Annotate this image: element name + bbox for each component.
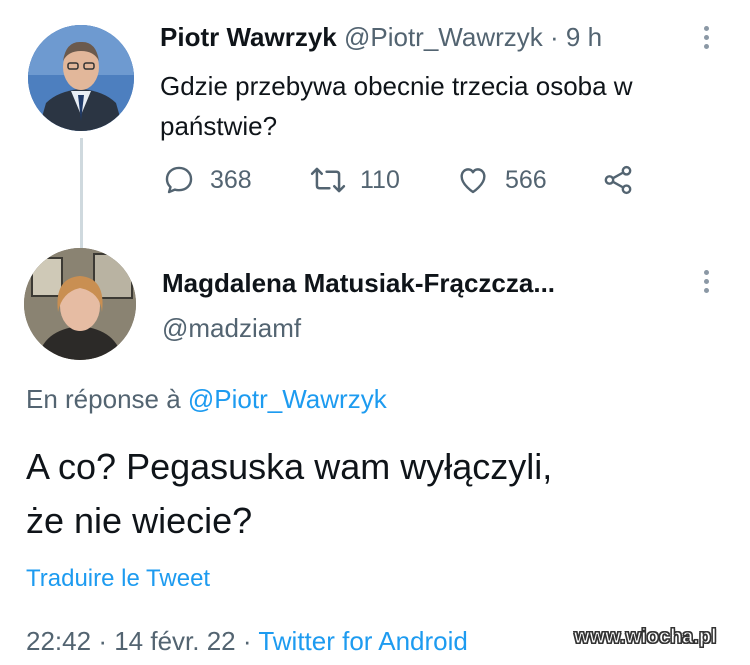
meta-separator-1: ·	[98, 626, 107, 656]
reply-text-line-1: A co? Pegasuska wam wyłączyli,	[26, 446, 553, 487]
translate-tweet-link[interactable]: Traduire le Tweet	[26, 565, 210, 593]
tweet-header: Piotr Wawrzyk @Piotr_Wawrzyk · 9 h	[160, 22, 602, 53]
timestamp-time[interactable]: 22:42	[26, 626, 91, 656]
meta-separator-2: ·	[242, 626, 252, 656]
heart-icon	[460, 168, 486, 194]
like-button[interactable]: 566	[455, 160, 547, 200]
source-link[interactable]: Twitter for Android	[258, 626, 468, 656]
reply-count: 368	[210, 165, 252, 194]
like-count: 566	[505, 165, 547, 194]
avatar-magdalena-portrait	[24, 248, 136, 360]
retweet-count: 110	[360, 165, 400, 194]
thread-connector	[80, 138, 83, 248]
share-button[interactable]	[600, 160, 650, 200]
retweet-icon	[310, 167, 346, 193]
in-reply-to: En réponse à @Piotr_Wawrzyk	[26, 384, 387, 415]
more-options-icon[interactable]	[704, 26, 710, 53]
author-name[interactable]: Piotr Wawrzyk	[160, 22, 337, 52]
author-handle[interactable]: @Piotr_Wawrzyk	[344, 22, 543, 52]
avatar-piotr-portrait	[28, 25, 134, 131]
reply-more-options-icon[interactable]	[704, 270, 710, 297]
reply-to-handle-link[interactable]: @Piotr_Wawrzyk	[188, 384, 387, 414]
reply-button[interactable]: 368	[162, 160, 252, 200]
share-icon	[604, 165, 632, 195]
avatar-piotr[interactable]	[28, 25, 134, 131]
avatar-magdalena[interactable]	[24, 248, 136, 360]
timestamp-date[interactable]: 14 févr. 22	[114, 626, 235, 656]
tweet-text: Gdzie przebywa obecnie trzecia osoba w p…	[160, 71, 633, 141]
retweet-button[interactable]: 110	[310, 160, 400, 200]
reply-text-line-2: że nie wiecie?	[26, 500, 253, 541]
tweet-meta: 22:42 · 14 févr. 22 · Twitter for Androi…	[26, 626, 468, 657]
watermark: www.wiocha.pl	[574, 626, 718, 649]
time-ago[interactable]: 9 h	[566, 22, 602, 52]
reply-icon	[165, 166, 193, 194]
reply-prefix: En réponse à	[26, 384, 181, 414]
reply-author-handle[interactable]: @madziamf	[162, 313, 301, 344]
reply-author-name[interactable]: Magdalena Matusiak-Frączcza...	[162, 268, 555, 299]
header-separator: ·	[550, 22, 559, 52]
reply-text: A co? Pegasuska wam wyłączyli, że nie wi…	[26, 440, 552, 548]
